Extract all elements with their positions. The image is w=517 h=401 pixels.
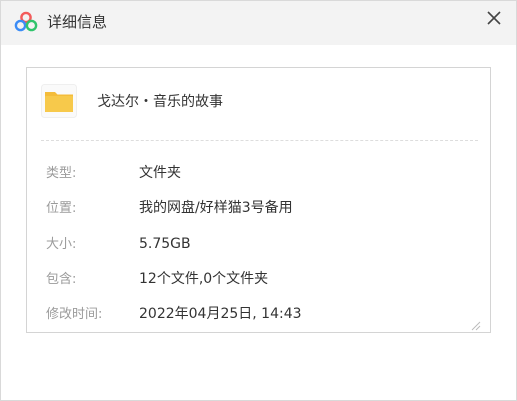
close-icon[interactable]: [481, 5, 507, 31]
detail-value: 5.75GB: [139, 236, 191, 252]
detail-row-contains: 包含: 12个文件,0个文件夹: [27, 269, 490, 291]
detail-label: 类型:: [46, 166, 77, 181]
detail-row-location: 位置: 我的网盘/好样猫3号备用: [27, 198, 490, 220]
divider: [41, 140, 478, 141]
detail-label: 大小:: [46, 237, 77, 252]
details-card: 戈达尔・音乐的故事 类型: 文件夹 位置: 我的网盘/好样猫3号备用 大小: 5…: [26, 67, 491, 333]
details-dialog: 详细信息 戈达尔・音乐的故事 类型: 文件夹 位置: 我的网盘/好样猫3号备用: [0, 0, 517, 401]
dialog-title: 详细信息: [47, 13, 108, 31]
detail-row-size: 大小: 5.75GB: [27, 234, 490, 256]
detail-value: 12个文件,0个文件夹: [139, 271, 269, 287]
title-bar[interactable]: 详细信息: [1, 1, 516, 45]
detail-row-type: 类型: 文件夹: [27, 163, 490, 185]
detail-label: 包含:: [46, 272, 77, 287]
detail-value: 文件夹: [139, 165, 181, 181]
detail-label: 修改时间:: [46, 307, 103, 322]
detail-label: 位置:: [46, 201, 77, 216]
folder-icon: [41, 84, 77, 118]
resize-grip-icon[interactable]: [469, 316, 481, 331]
baidu-netdisk-icon: [14, 11, 38, 33]
detail-value: 2022年04月25日, 14:43: [139, 306, 302, 322]
detail-value: 我的网盘/好样猫3号备用: [139, 200, 293, 216]
file-name: 戈达尔・音乐的故事: [97, 94, 223, 110]
detail-row-modified: 修改时间: 2022年04月25日, 14:43: [27, 304, 490, 326]
